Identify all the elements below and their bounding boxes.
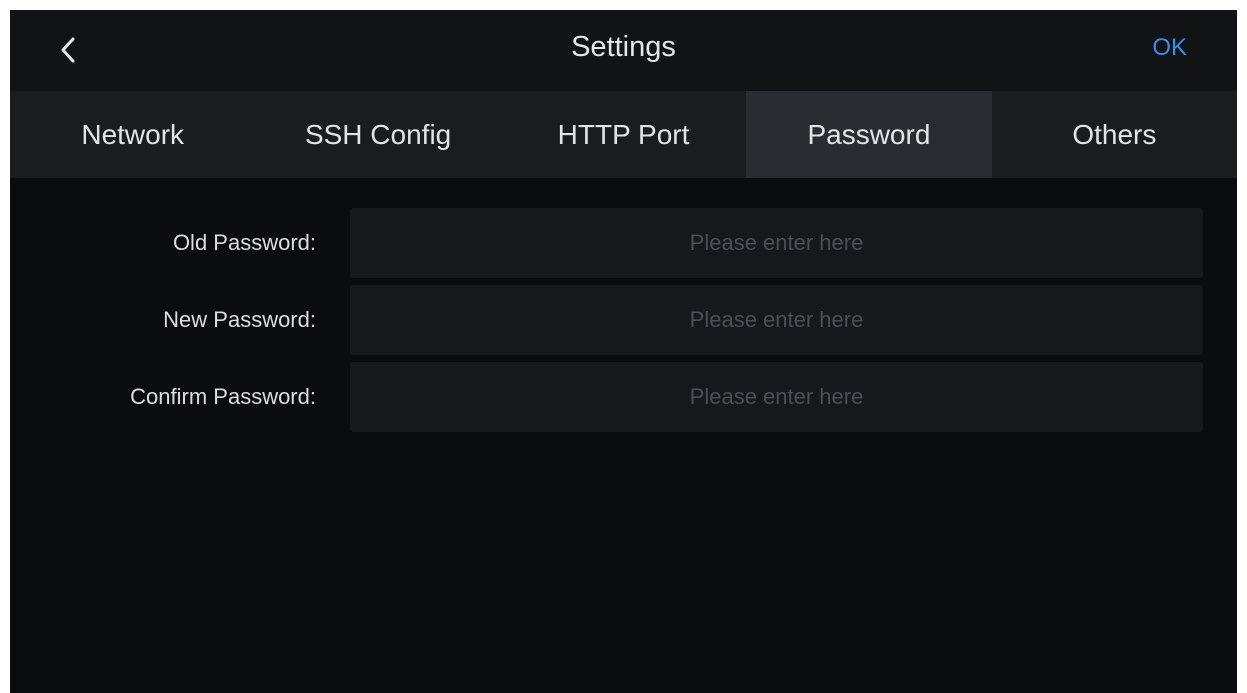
- ok-button[interactable]: OK: [1152, 10, 1187, 91]
- tab-http-port[interactable]: HTTP Port: [501, 91, 746, 178]
- old-password-label: Old Password:: [172, 230, 316, 255]
- old-password-row: Old Password:: [10, 208, 1237, 278]
- tab-password[interactable]: Password: [746, 91, 992, 178]
- confirm-password-label: Confirm Password:: [130, 384, 316, 409]
- chevron-left-icon: [61, 37, 75, 63]
- old-password-input[interactable]: [350, 208, 1203, 278]
- new-password-input[interactable]: [350, 285, 1203, 355]
- page-title: Settings: [571, 31, 676, 63]
- tab-network[interactable]: Network: [10, 91, 255, 178]
- new-password-row: New Password:: [10, 285, 1237, 355]
- back-button[interactable]: [48, 30, 88, 70]
- settings-screen: Settings OK Network SSH Config HTTP Port…: [10, 10, 1237, 693]
- confirm-password-input[interactable]: [350, 362, 1203, 432]
- tab-bar: Network SSH Config HTTP Port Password Ot…: [10, 91, 1237, 178]
- password-form: Old Password: New Password: Confirm Pass…: [10, 208, 1237, 439]
- top-bar: Settings OK: [10, 10, 1237, 91]
- tab-others[interactable]: Others: [992, 91, 1237, 178]
- tab-ssh-config[interactable]: SSH Config: [255, 91, 500, 178]
- confirm-password-row: Confirm Password:: [10, 362, 1237, 432]
- new-password-label: New Password:: [163, 307, 316, 332]
